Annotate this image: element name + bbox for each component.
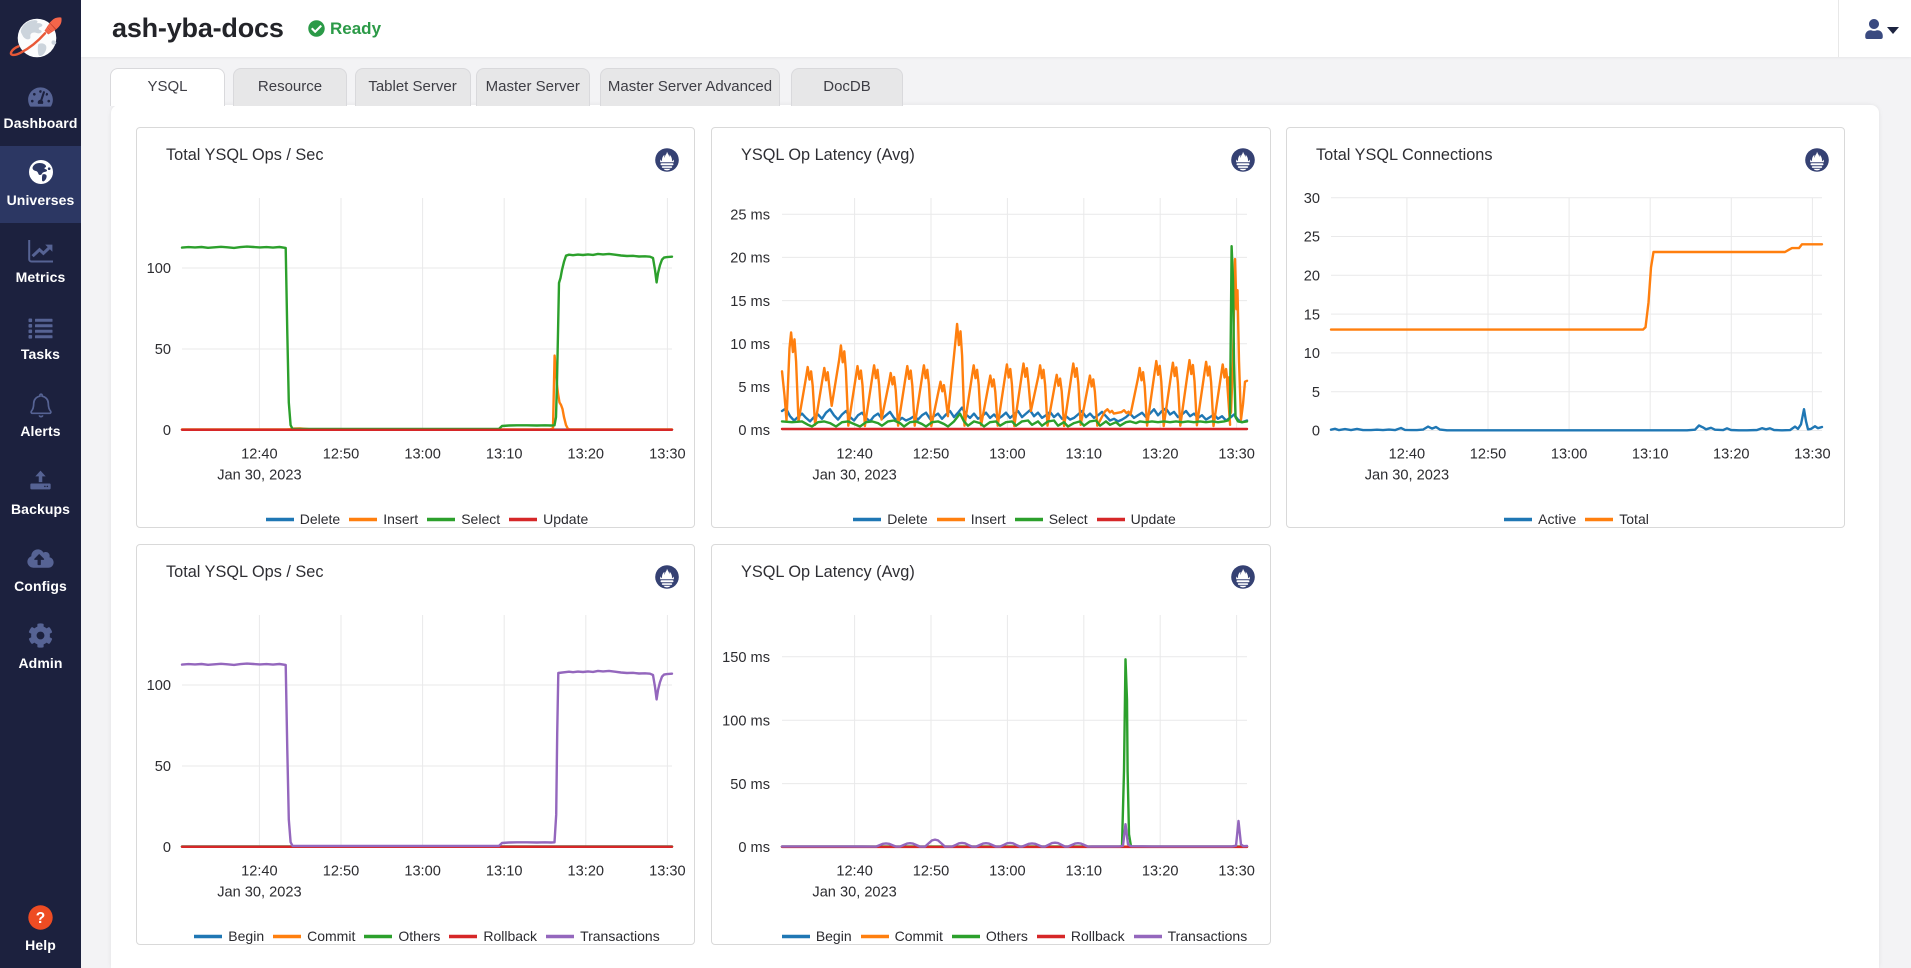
- svg-text:20 ms: 20 ms: [730, 251, 770, 267]
- svg-text:10 ms: 10 ms: [730, 337, 770, 353]
- svg-text:Jan 30, 2023: Jan 30, 2023: [217, 885, 301, 901]
- svg-text:0 ms: 0 ms: [738, 840, 770, 856]
- svg-text:5: 5: [1312, 385, 1320, 401]
- svg-text:13:10: 13:10: [1066, 864, 1103, 880]
- svg-text:15: 15: [1304, 307, 1320, 323]
- svg-text:150 ms: 150 ms: [722, 650, 770, 666]
- svg-text:12:50: 12:50: [913, 864, 950, 880]
- svg-text:12:40: 12:40: [241, 447, 278, 463]
- svg-text:30: 30: [1304, 191, 1320, 207]
- svg-text:13:20: 13:20: [568, 447, 605, 463]
- svg-text:13:30: 13:30: [1218, 864, 1255, 880]
- svg-text:13:10: 13:10: [1066, 447, 1103, 463]
- svg-text:0: 0: [163, 840, 171, 856]
- svg-text:0: 0: [163, 423, 171, 439]
- svg-text:13:00: 13:00: [989, 447, 1026, 463]
- svg-text:12:40: 12:40: [836, 447, 873, 463]
- svg-text:Jan 30, 2023: Jan 30, 2023: [812, 885, 896, 901]
- svg-text:100: 100: [147, 678, 171, 694]
- svg-text:12:40: 12:40: [1389, 447, 1426, 463]
- svg-text:Jan 30, 2023: Jan 30, 2023: [1365, 468, 1449, 484]
- svg-text:50: 50: [155, 342, 171, 358]
- svg-text:13:10: 13:10: [486, 447, 523, 463]
- svg-text:13:00: 13:00: [404, 864, 441, 880]
- svg-text:13:20: 13:20: [1142, 864, 1179, 880]
- svg-text:13:30: 13:30: [1218, 447, 1255, 463]
- svg-text:Jan 30, 2023: Jan 30, 2023: [812, 468, 896, 484]
- svg-text:13:30: 13:30: [649, 864, 686, 880]
- svg-text:100 ms: 100 ms: [722, 713, 770, 729]
- svg-text:13:20: 13:20: [568, 864, 605, 880]
- svg-text:13:10: 13:10: [486, 864, 523, 880]
- svg-text:50 ms: 50 ms: [730, 777, 770, 793]
- svg-text:12:50: 12:50: [913, 447, 950, 463]
- svg-text:?: ?: [36, 910, 45, 927]
- svg-text:13:00: 13:00: [989, 864, 1026, 880]
- svg-text:Jan 30, 2023: Jan 30, 2023: [217, 468, 301, 484]
- svg-text:50: 50: [155, 759, 171, 775]
- svg-text:12:40: 12:40: [836, 864, 873, 880]
- svg-text:13:20: 13:20: [1713, 447, 1750, 463]
- svg-text:0: 0: [1312, 424, 1320, 440]
- svg-text:25: 25: [1304, 230, 1320, 246]
- svg-text:5 ms: 5 ms: [738, 380, 770, 396]
- svg-text:20: 20: [1304, 269, 1320, 285]
- svg-text:13:00: 13:00: [404, 447, 441, 463]
- svg-text:25 ms: 25 ms: [730, 208, 770, 224]
- svg-text:12:50: 12:50: [323, 447, 360, 463]
- svg-text:12:40: 12:40: [241, 864, 278, 880]
- svg-text:12:50: 12:50: [323, 864, 360, 880]
- svg-text:100: 100: [147, 261, 171, 277]
- svg-text:13:30: 13:30: [649, 447, 686, 463]
- svg-text:13:20: 13:20: [1142, 447, 1179, 463]
- svg-text:12:50: 12:50: [1470, 447, 1507, 463]
- svg-text:15 ms: 15 ms: [730, 294, 770, 310]
- svg-text:13:30: 13:30: [1794, 447, 1831, 463]
- svg-text:13:00: 13:00: [1551, 447, 1588, 463]
- svg-text:10: 10: [1304, 346, 1320, 362]
- svg-text:13:10: 13:10: [1632, 447, 1669, 463]
- svg-text:0 ms: 0 ms: [738, 423, 770, 439]
